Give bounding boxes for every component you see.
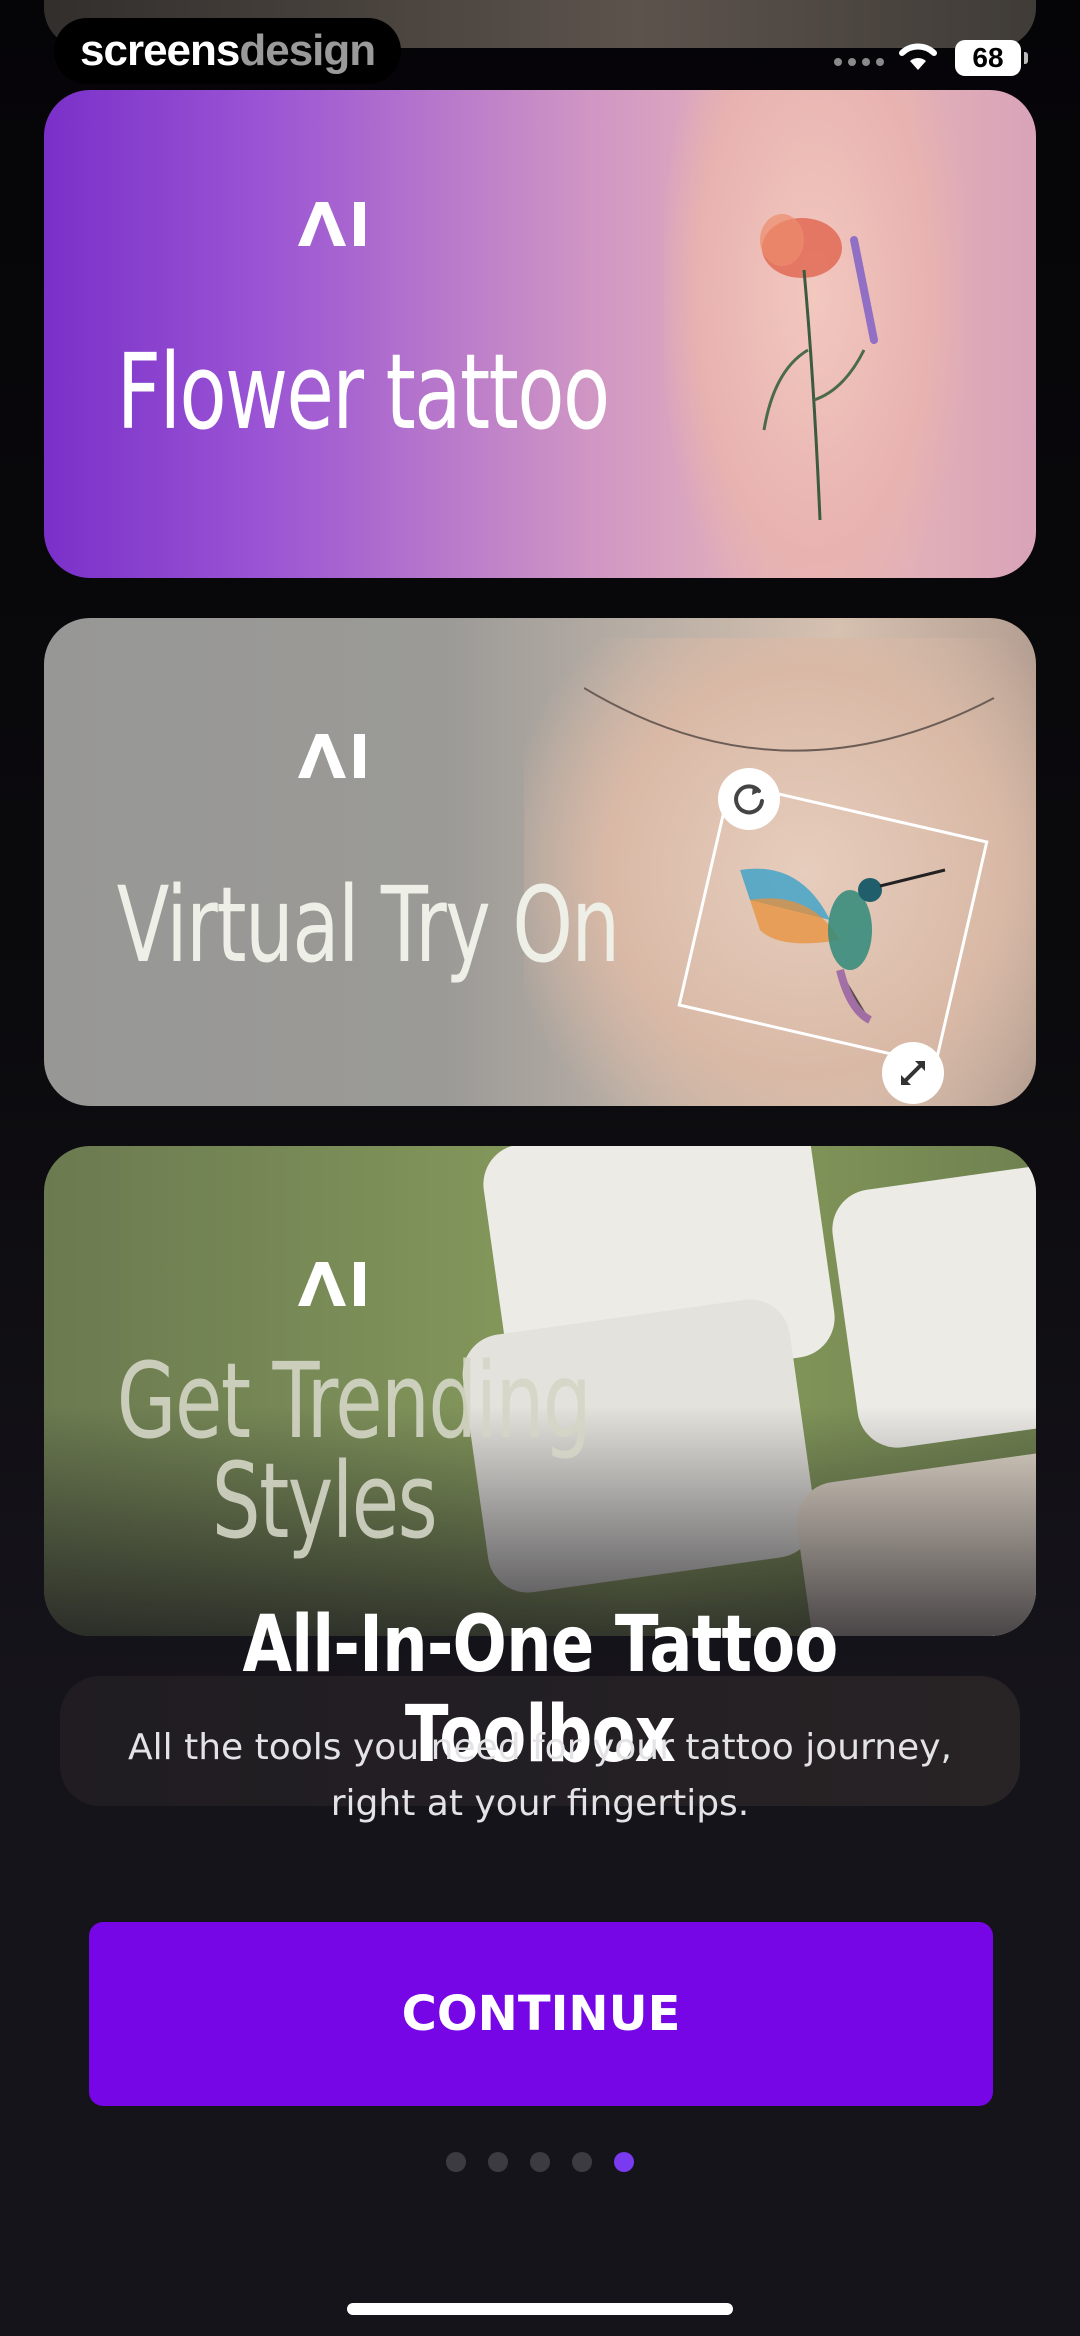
ai-badge-icon bbox=[298, 202, 365, 246]
home-indicator[interactable] bbox=[347, 2303, 733, 2315]
continue-button[interactable]: CONTINUE bbox=[89, 1922, 993, 2106]
page-dot-active[interactable] bbox=[614, 2152, 634, 2172]
card-title: Flower tattoo bbox=[116, 331, 610, 453]
resize-icon bbox=[901, 1061, 925, 1085]
page-dot[interactable] bbox=[572, 2152, 592, 2172]
ai-badge-icon bbox=[298, 1262, 365, 1306]
page-dot[interactable] bbox=[446, 2152, 466, 2172]
status-bar: screens design 68 bbox=[0, 0, 1080, 90]
card-title: Get Trending Styles bbox=[116, 1340, 592, 1562]
rotate-icon bbox=[734, 784, 764, 815]
card-title: Virtual Try On bbox=[116, 864, 620, 986]
brand-part2: design bbox=[239, 26, 376, 75]
ai-badge-icon bbox=[298, 734, 365, 778]
card-title-line1: Get Trending bbox=[116, 1340, 592, 1462]
page-dot[interactable] bbox=[530, 2152, 550, 2172]
page-subtitle: All the tools you need for your tattoo j… bbox=[128, 1727, 952, 1824]
pagination-dots bbox=[446, 2152, 634, 2172]
feature-card-flower-tattoo: Flower tattoo bbox=[44, 90, 1036, 578]
resize-handle[interactable] bbox=[882, 1042, 944, 1104]
battery-indicator: 68 bbox=[955, 40, 1028, 76]
rotate-handle[interactable] bbox=[718, 768, 780, 830]
wifi-icon bbox=[899, 43, 937, 70]
necklace-line bbox=[584, 687, 995, 752]
brand-part1: screens bbox=[80, 26, 240, 75]
feature-card-trending-styles: Get Trending Styles bbox=[44, 1146, 1036, 1636]
card-title-line2: Styles bbox=[211, 1440, 438, 1562]
page-dot[interactable] bbox=[488, 2152, 508, 2172]
poppy-tattoo-illustration bbox=[760, 214, 878, 521]
signal-icon bbox=[834, 58, 884, 66]
brand-watermark: screens design bbox=[54, 18, 402, 84]
